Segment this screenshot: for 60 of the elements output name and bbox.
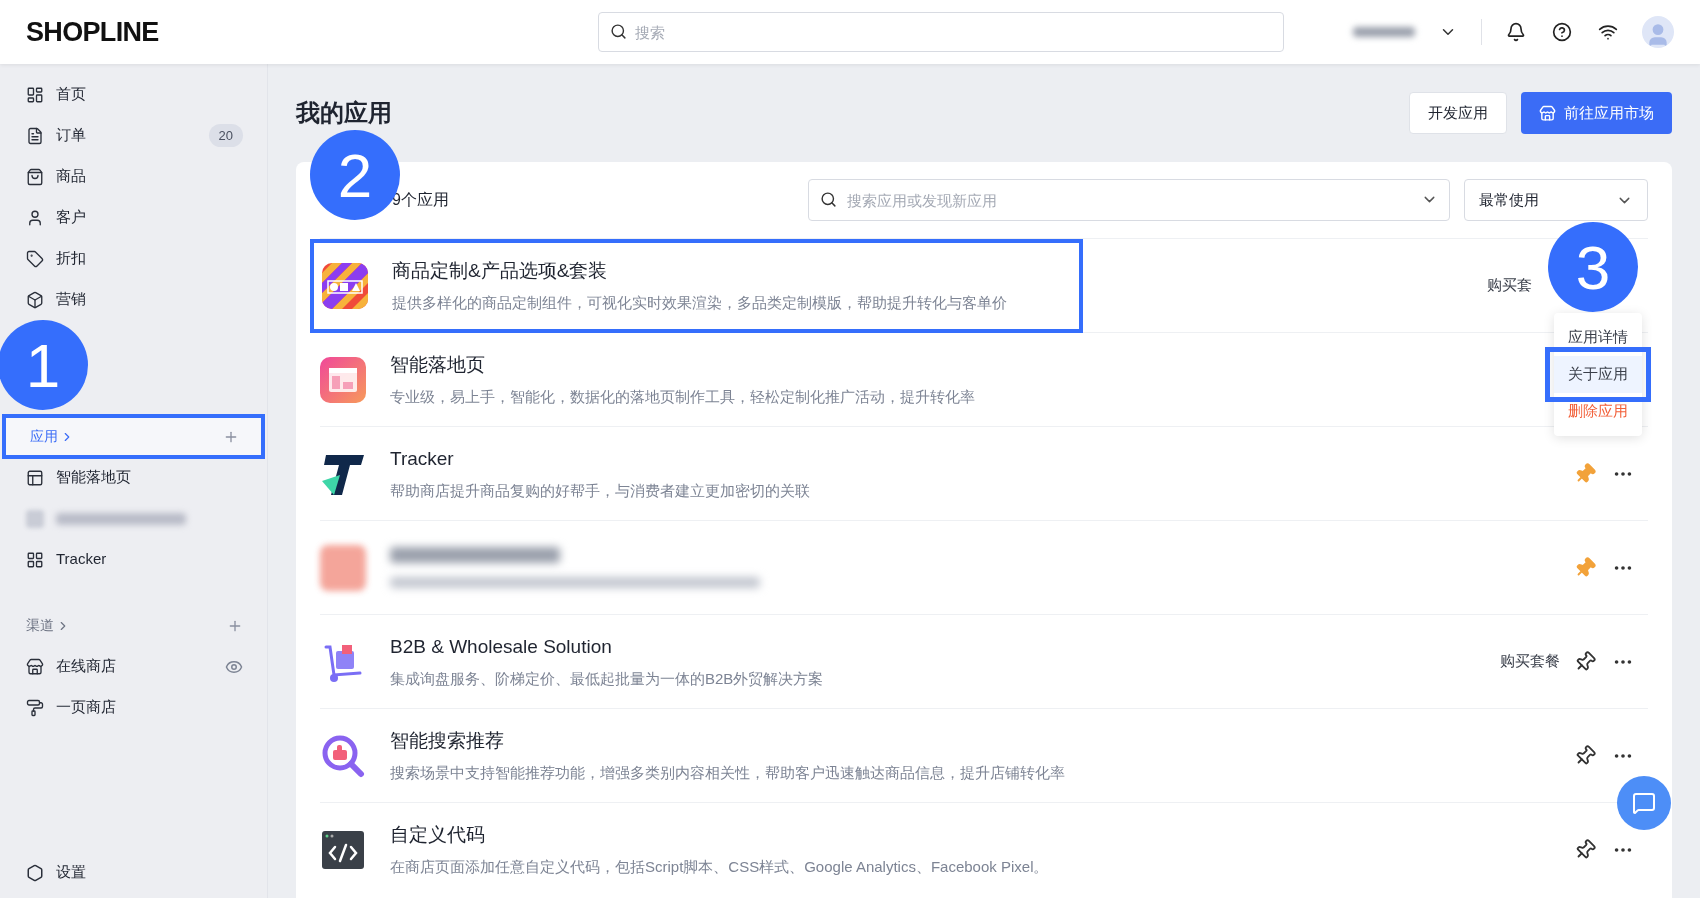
app-description: 提供多样化的商品定制组件，可视化实时效果渲染，多品类定制模版，帮助提升转化与客单价	[392, 292, 1007, 313]
section-header[interactable]: 应用	[4, 416, 263, 457]
search-icon	[610, 23, 627, 40]
box-icon	[26, 290, 44, 309]
buy-plan-link[interactable]: 购买套	[1487, 274, 1532, 297]
count-badge: 20	[208, 123, 243, 148]
app-title[interactable]: 智能落地页	[390, 351, 975, 380]
app-description: 帮助商店提升商品复购的好帮手，与消费者建立更加密切的关联	[390, 480, 810, 501]
browser-window-icon	[320, 356, 366, 403]
store-icon	[26, 657, 44, 676]
section-header[interactable]: 渠道	[0, 605, 267, 646]
marketplace-button[interactable]: 前往应用市场	[1521, 92, 1672, 134]
page-title: 我的应用	[296, 98, 392, 128]
blurred-icon	[320, 544, 366, 591]
buy-plan-link[interactable]: 购买套餐	[1500, 650, 1560, 673]
sidebar-item[interactable]: 客户	[56, 206, 86, 229]
app-title[interactable]: 自定义代码	[390, 821, 1049, 850]
sidebar-item[interactable]: 折扣	[56, 247, 86, 270]
sidebar-item[interactable]: 一页商店	[56, 696, 116, 719]
notification-bell-icon[interactable]	[1506, 22, 1526, 42]
user-icon	[26, 208, 44, 227]
sidebar-item[interactable]: 首页	[56, 83, 86, 106]
app-title[interactable]: 智能搜索推荐	[390, 727, 1065, 756]
sidebar-item[interactable]: 在线商店	[56, 655, 116, 678]
bag-icon	[26, 167, 44, 186]
help-icon[interactable]	[1552, 22, 1572, 42]
wifi-icon[interactable]	[1598, 22, 1618, 42]
logo[interactable]: SHOPLINE	[26, 11, 598, 53]
section-label[interactable]: 渠道	[26, 615, 54, 636]
app-row[interactable]: B2B & Wholesale Solution 集成询盘服务、阶梯定价、最低起批量为一体的B2B外贸解决方案 购买套餐	[320, 614, 1648, 708]
sidebar-item[interactable]: 商品	[56, 165, 86, 188]
sidebar-item[interactable]: 营销	[56, 288, 86, 311]
grid-icon	[26, 550, 44, 569]
tag-icon	[26, 249, 44, 268]
striped-app-icon	[322, 262, 368, 309]
app-title[interactable]: Tracker	[390, 445, 810, 474]
app-search-field[interactable]: 搜索应用或发现新应用	[808, 179, 1450, 221]
app-description: 搜索场景中支持智能推荐功能，增强多类别内容相关性，帮助客户迅速触达商品信息，提升店铺转化率	[390, 762, 1065, 783]
search-icon	[820, 191, 837, 208]
section-label[interactable]: 应用	[30, 426, 58, 447]
home-icon	[26, 85, 44, 104]
sidebar-item[interactable]: 设置	[56, 861, 86, 884]
develop-app-button[interactable]: 开发应用	[1409, 92, 1507, 134]
roller-icon	[26, 698, 44, 717]
app-description: 集成询盘服务、阶梯定价、最低起批量为一体的B2B外贸解决方案	[390, 668, 824, 689]
order-icon	[26, 126, 44, 145]
app-description: 在商店页面添加任意自定义代码，包括Script脚本、CSS样式、Google Analytics、Facebook Pixel。	[390, 856, 1049, 877]
app-title[interactable]: 商品定制&产品选项&套装	[392, 257, 1007, 286]
menu-item[interactable]: 关于应用	[1554, 356, 1642, 393]
chat-icon	[1632, 791, 1656, 815]
sort-select[interactable]: 最常使用	[1464, 179, 1648, 221]
sidebar-item[interactable]: 订单	[56, 124, 86, 147]
search-field[interactable]: 搜索	[598, 12, 1284, 52]
app-description: 专业级，易上手，智能化，数据化的落地页制作工具，轻松定制化推广活动，提升转化率	[390, 386, 975, 407]
sidebar-item[interactable]: 智能落地页	[56, 466, 131, 489]
page-icon	[26, 468, 44, 487]
app-title[interactable]: B2B & Wholesale Solution	[390, 633, 824, 662]
store-icon	[1539, 104, 1556, 122]
settings-icon	[26, 863, 44, 882]
sidebar-item[interactable]: Tracker	[56, 548, 107, 571]
